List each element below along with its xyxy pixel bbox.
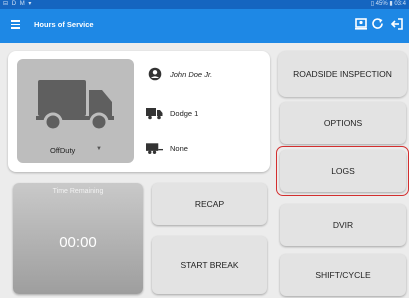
driver-row: John Doe Jr. xyxy=(146,65,212,83)
page-title: Hours of Service xyxy=(34,20,94,29)
driver-name: John Doe Jr. xyxy=(170,69,213,79)
start-break-button[interactable]: START BREAK xyxy=(152,236,267,294)
refresh-icon[interactable] xyxy=(371,17,385,31)
roadside-inspection-label: ROADSIDE INSPECTION xyxy=(293,69,392,79)
trailer-row: None xyxy=(146,139,188,157)
recap-button[interactable]: RECAP xyxy=(152,183,267,225)
duty-status-label: OffDuty xyxy=(50,146,76,155)
status-icons: ⊟ D M ▾ xyxy=(3,1,33,7)
logout-icon[interactable] xyxy=(390,17,404,31)
shift-cycle-button[interactable]: SHIFT/CYCLE xyxy=(280,254,406,296)
duty-status-selector[interactable]: OffDuty ▼ xyxy=(17,59,134,163)
vehicle-row: Dodge 1 xyxy=(146,104,198,122)
trailer-icon xyxy=(146,141,163,155)
status-bar: ⊟ D M ▾ ▯ 45% ▮ 03:4 xyxy=(0,0,409,9)
time-remaining-label: Time Remaining xyxy=(52,188,104,195)
menu-icon[interactable] xyxy=(11,20,20,29)
chevron-down-icon: ▼ xyxy=(96,146,102,152)
options-button[interactable]: OPTIONS xyxy=(280,102,406,144)
roadside-inspection-button[interactable]: ROADSIDE INSPECTION xyxy=(278,51,407,97)
time-remaining-value: 00:00 xyxy=(59,234,97,251)
logs-button[interactable]: LOGS xyxy=(280,150,406,192)
account-icon xyxy=(146,67,163,81)
status-battery-time: ▯ 45% ▮ 03:4 xyxy=(370,1,406,7)
trailer-name: None xyxy=(170,143,188,153)
truck-icon xyxy=(36,80,114,132)
dvir-button[interactable]: DVIR xyxy=(280,204,406,246)
id-card-icon[interactable] xyxy=(354,17,368,31)
vehicle-icon xyxy=(146,106,163,120)
app-bar: Hours of Service xyxy=(0,9,409,43)
time-remaining-panel: Time Remaining 00:00 xyxy=(13,183,143,294)
vehicle-name: Dodge 1 xyxy=(170,108,199,118)
